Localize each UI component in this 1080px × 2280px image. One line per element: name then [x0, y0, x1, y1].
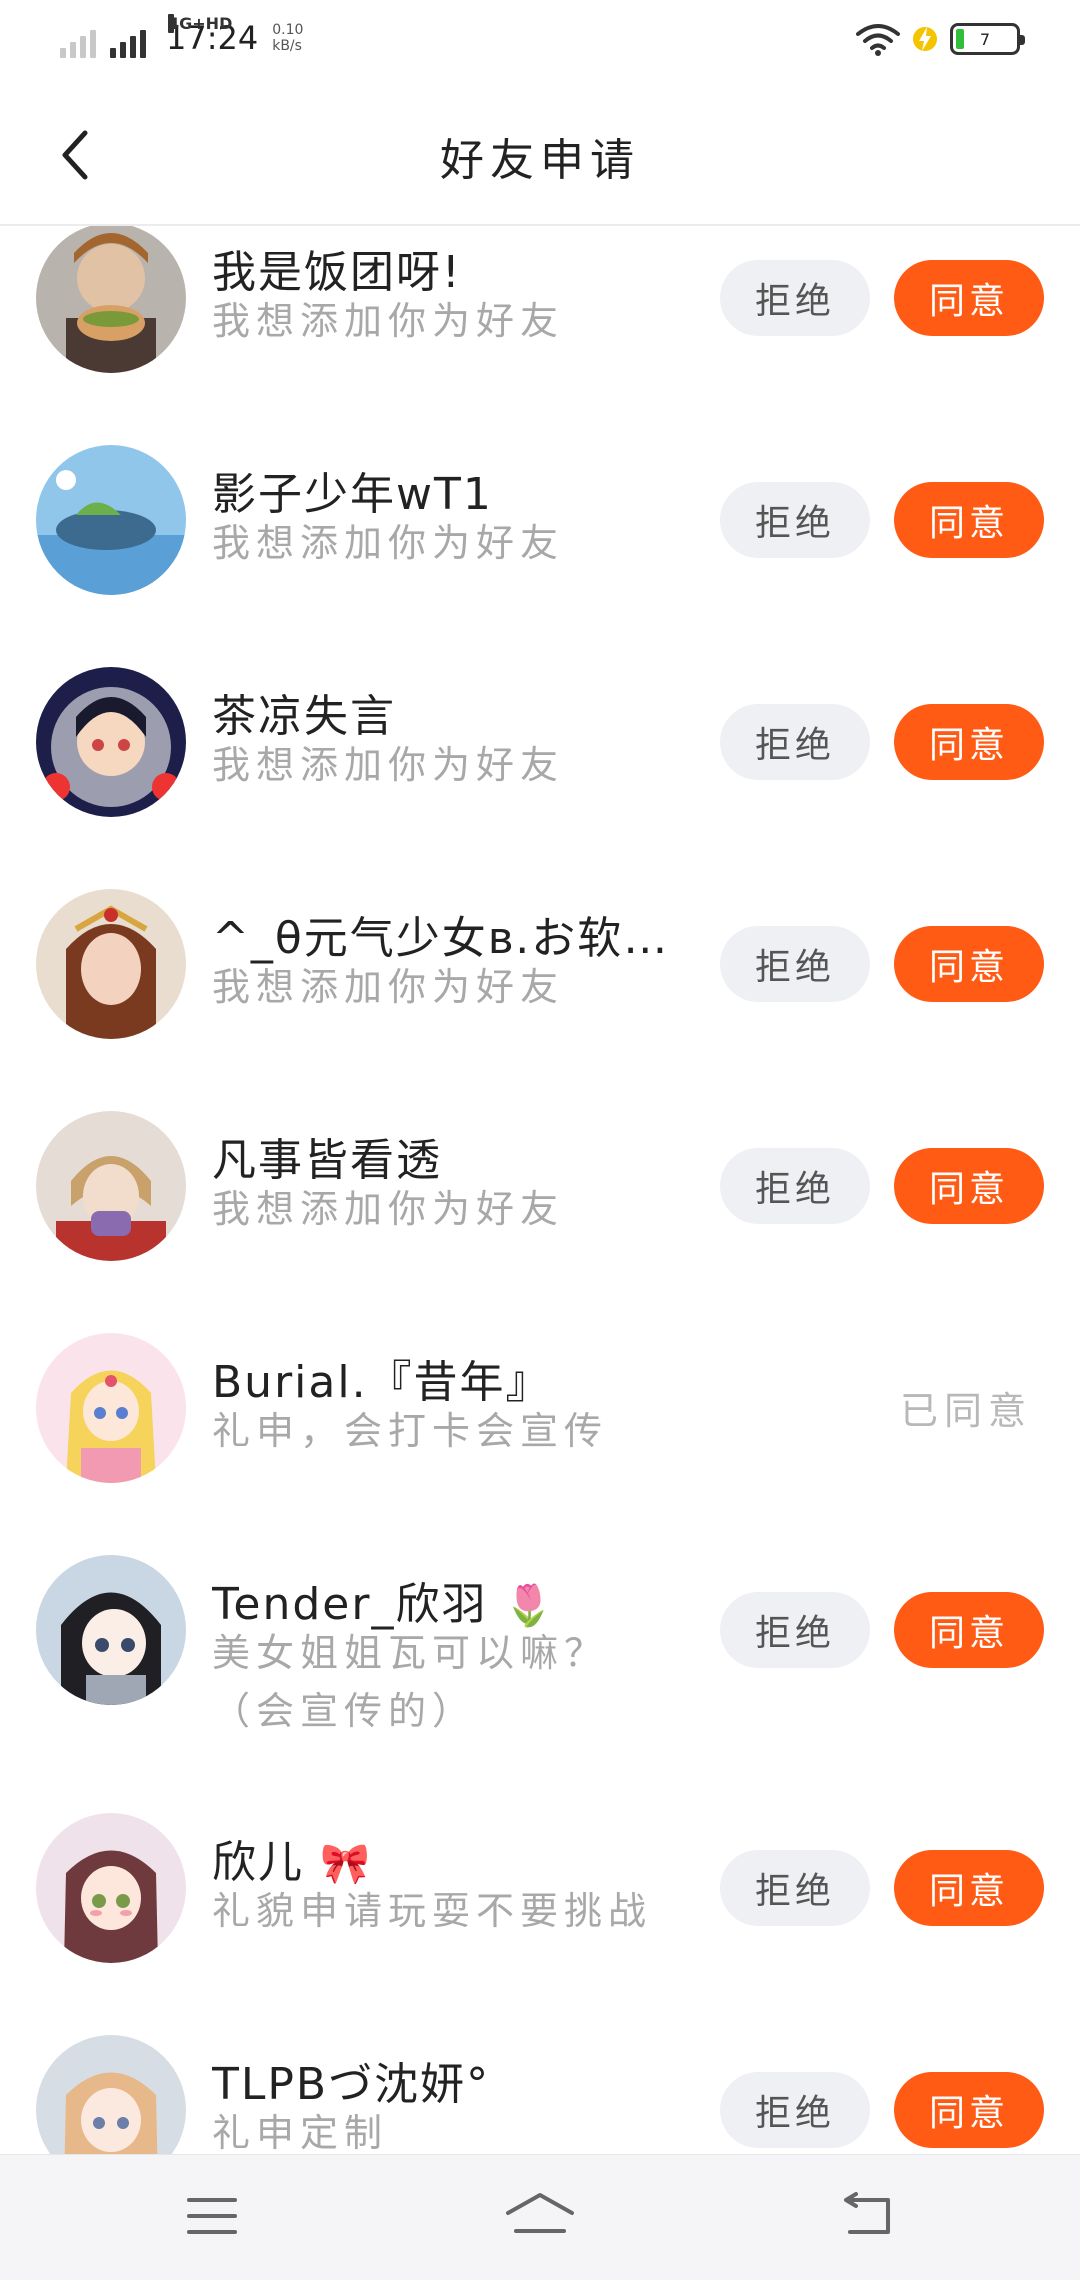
wifi-icon	[856, 24, 900, 56]
status-right: 7	[856, 22, 1025, 56]
list-item: 影子少年wT1 我想添加你为好友 拒绝 同意	[0, 440, 1080, 620]
reject-button[interactable]: 拒绝	[720, 482, 870, 558]
reject-button[interactable]: 拒绝	[720, 1592, 870, 1668]
list-item: ^_θ元气少女ʙ.お软 ... 我想添加你为好友 拒绝 同意	[0, 884, 1080, 1064]
menu-icon	[187, 2198, 237, 2234]
signal-1-icon	[60, 18, 96, 58]
list-item: 茶凉失言 我想添加你为好友 拒绝 同意	[0, 662, 1080, 842]
accept-button[interactable]: 同意	[894, 260, 1044, 336]
list-item: 欣儿 🎀 礼貌申请玩耍不要挑战 拒绝 同意	[0, 1808, 1080, 1988]
system-nav-bar	[0, 2154, 1080, 2280]
avatar[interactable]	[36, 2035, 186, 2154]
network-speed: 0.10 kB/s	[272, 22, 304, 54]
signal-2-icon: 4G+HD	[110, 14, 232, 58]
avatar[interactable]	[36, 1333, 186, 1483]
avatar[interactable]	[36, 1555, 186, 1705]
status-left: 4G+HD 17:24 0.10 kB/s	[60, 14, 304, 58]
battery-level: 7	[979, 29, 991, 49]
request-message: 礼貌申请玩耍不要挑战	[212, 1889, 653, 1933]
friend-request-list: 我是饭团呀! 我想添加你为好友 拒绝 同意 影子少年wT1 我想添加你为好友 拒…	[0, 226, 1080, 2154]
request-message: 我想添加你为好友	[212, 521, 565, 565]
list-item: 凡事皆看透 我想添加你为好友 拒绝 同意	[0, 1106, 1080, 1286]
request-message: 我想添加你为好友	[212, 1187, 565, 1231]
request-message: 美女姐姐瓦可以嘛？	[212, 1631, 609, 1675]
request-message: 礼申，会打卡会宣传	[212, 1409, 609, 1453]
request-message: 我想添加你为好友	[212, 743, 565, 787]
home-button[interactable]	[500, 2181, 580, 2251]
charging-bolt-icon	[913, 27, 937, 51]
page-title: 好友申请	[440, 135, 640, 186]
accept-button[interactable]: 同意	[894, 1148, 1044, 1224]
accept-button[interactable]: 同意	[894, 704, 1044, 780]
accept-button[interactable]: 同意	[894, 1592, 1044, 1668]
accept-button[interactable]: 同意	[894, 482, 1044, 558]
back-nav-button[interactable]	[828, 2181, 908, 2251]
accept-button[interactable]: 同意	[894, 2072, 1044, 2148]
menu-button[interactable]	[172, 2181, 252, 2251]
reject-button[interactable]: 拒绝	[720, 926, 870, 1002]
request-message: 我想添加你为好友	[212, 965, 565, 1009]
avatar[interactable]	[36, 889, 186, 1039]
avatar[interactable]	[36, 226, 186, 373]
back-arrow-icon	[844, 2192, 890, 2234]
accept-button[interactable]: 同意	[894, 1850, 1044, 1926]
home-icon	[506, 2193, 574, 2233]
status-bar: 4G+HD 17:24 0.10 kB/s 7	[0, 0, 1080, 80]
header: 好友申请	[0, 80, 1080, 226]
network-type: 4G+HD	[168, 14, 233, 33]
accepted-status: 已同意	[900, 1389, 1033, 1433]
avatar[interactable]	[36, 667, 186, 817]
request-message: 礼申定制	[212, 2111, 389, 2154]
request-message-line2: （会宣传的）	[212, 1689, 477, 1733]
avatar[interactable]	[36, 445, 186, 595]
reject-button[interactable]: 拒绝	[720, 260, 870, 336]
reject-button[interactable]: 拒绝	[720, 704, 870, 780]
battery-icon: 7	[950, 23, 1025, 55]
avatar[interactable]	[36, 1111, 186, 1261]
list-item: 我是饭团呀! 我想添加你为好友 拒绝 同意	[0, 226, 1080, 398]
avatar[interactable]	[36, 1813, 186, 1963]
accept-button[interactable]: 同意	[894, 926, 1044, 1002]
list-item: Tender_欣羽 🌷 美女姐姐瓦可以嘛？ （会宣传的） 拒绝 同意	[0, 1550, 1080, 1790]
reject-button[interactable]: 拒绝	[720, 1148, 870, 1224]
reject-button[interactable]: 拒绝	[720, 2072, 870, 2148]
list-item: Burial.『昔年』 礼申，会打卡会宣传 已同意	[0, 1328, 1080, 1508]
request-message: 我想添加你为好友	[212, 299, 565, 343]
list-item: TLPBづ沈妍° 礼申定制 拒绝 同意	[0, 2030, 1080, 2154]
battery-fill	[956, 29, 964, 49]
reject-button[interactable]: 拒绝	[720, 1850, 870, 1926]
